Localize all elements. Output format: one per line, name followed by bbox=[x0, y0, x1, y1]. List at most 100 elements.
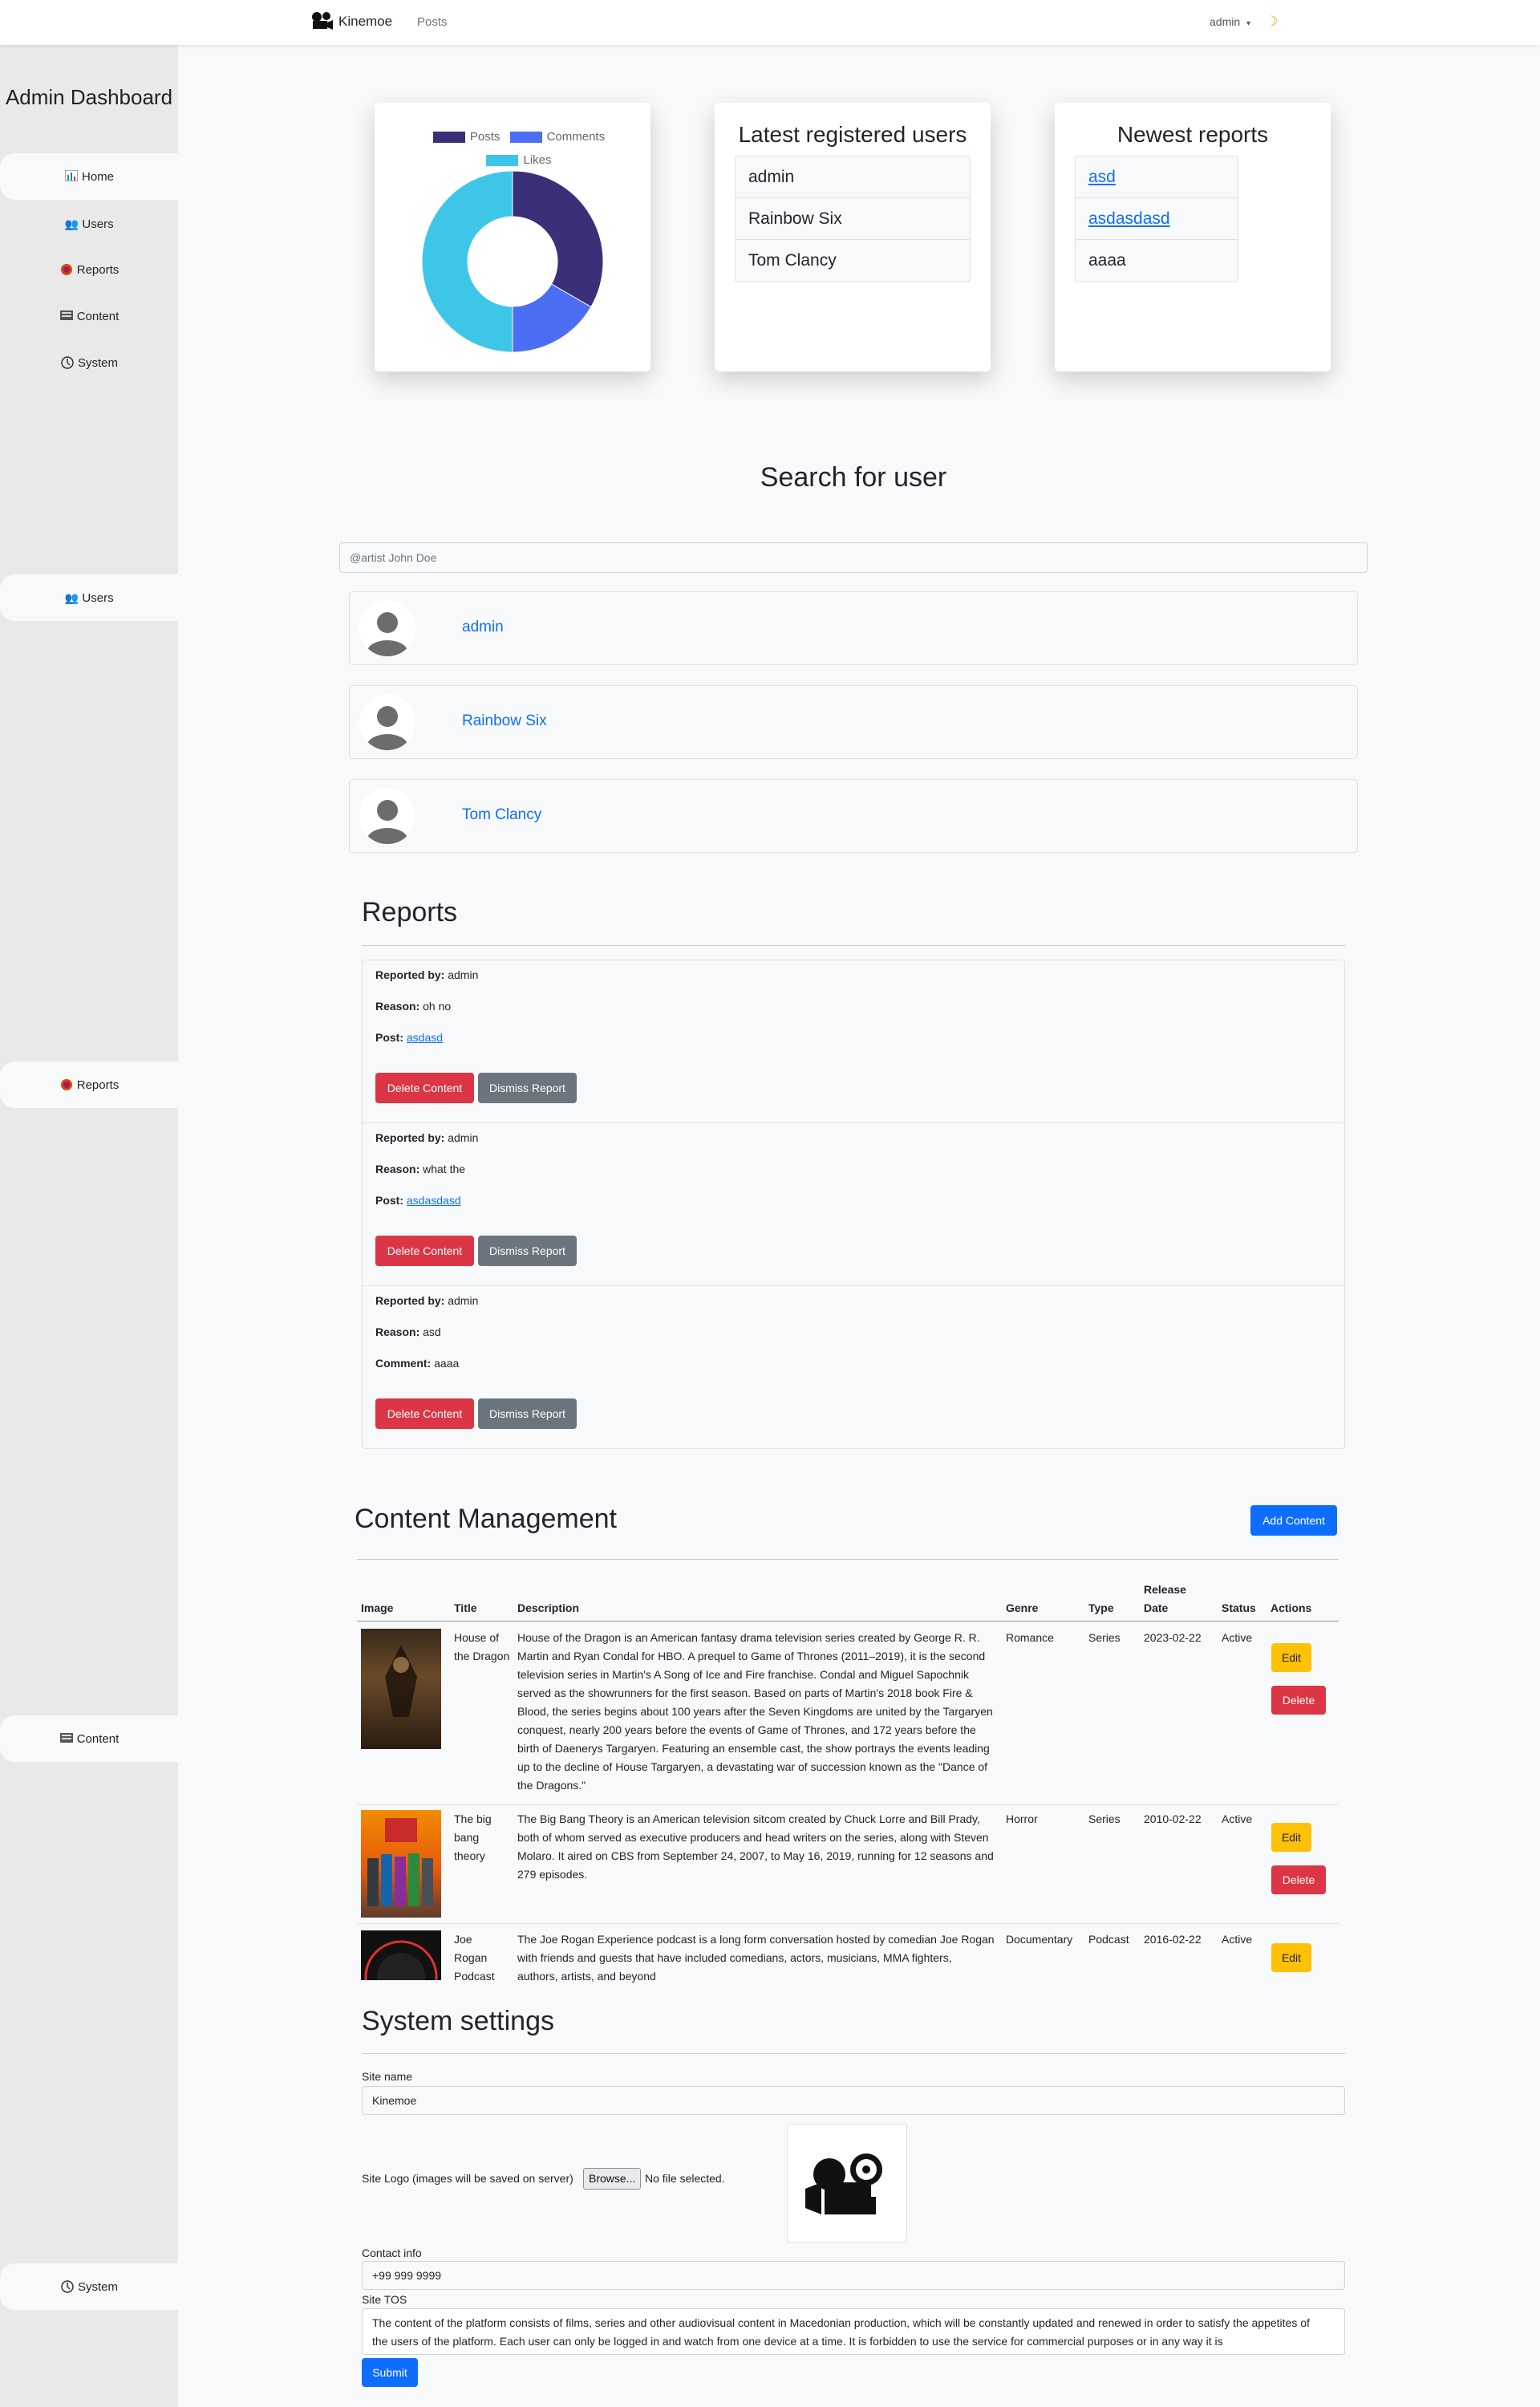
column-header: Status bbox=[1222, 1601, 1256, 1614]
content-title-cell: House of the Dragon bbox=[454, 1631, 510, 1662]
user-result-card[interactable]: admin bbox=[349, 591, 1358, 665]
newest-reports-title: Newest reports bbox=[1116, 122, 1269, 147]
column-header: Actions bbox=[1270, 1601, 1312, 1614]
top-navbar: Kinemoe Posts admin ▾ ☽ bbox=[0, 0, 1540, 45]
delete-content-button[interactable]: Delete Content bbox=[375, 1398, 474, 1429]
content-type-cell: Series bbox=[1088, 1812, 1121, 1825]
sidebar-anchor-content[interactable]: Content bbox=[0, 1715, 178, 1762]
no-file-text: No file selected. bbox=[645, 2172, 725, 2185]
user-menu-dropdown[interactable]: admin ▾ bbox=[1210, 15, 1250, 28]
content-genre-cell: Documentary bbox=[1006, 1933, 1073, 1946]
avatar bbox=[359, 788, 415, 844]
field-label: Reported by: bbox=[375, 1131, 445, 1144]
dismiss-report-button[interactable]: Dismiss Report bbox=[478, 1398, 577, 1429]
divider bbox=[357, 1559, 1339, 1560]
submit-button[interactable]: Submit bbox=[362, 2358, 418, 2387]
content-type-cell: Podcast bbox=[1088, 1933, 1129, 1946]
content-genre-cell: Romance bbox=[1006, 1631, 1054, 1644]
newest-report-item: asdasdasd bbox=[1076, 198, 1238, 240]
search-title: Search for user bbox=[760, 462, 947, 493]
field-label: Post: bbox=[375, 1194, 403, 1207]
user-result-card[interactable]: Rainbow Six bbox=[349, 685, 1358, 759]
sidebar-anchor-reports[interactable]: Reports bbox=[0, 1061, 178, 1108]
delete-content-button[interactable]: Delete Content bbox=[375, 1236, 474, 1266]
brand-link[interactable]: Kinemoe bbox=[310, 11, 392, 32]
sidebar-anchor-users[interactable]: 👥 Users bbox=[0, 574, 178, 621]
dismiss-report-button[interactable]: Dismiss Report bbox=[478, 1236, 577, 1266]
logo-preview bbox=[787, 2124, 907, 2243]
dragon-poster-art bbox=[385, 1645, 417, 1717]
report-target-link[interactable]: asdasd bbox=[407, 1031, 443, 1044]
user-result-name[interactable]: Tom Clancy bbox=[462, 806, 541, 824]
users-icon: 👥 bbox=[64, 591, 79, 604]
content-poster-image bbox=[361, 1629, 441, 1749]
system-icon bbox=[60, 2280, 75, 2293]
column-header: Type bbox=[1088, 1601, 1114, 1614]
sidebar-item-users[interactable]: 👥 Users bbox=[0, 201, 178, 247]
delete-button[interactable]: Delete bbox=[1271, 1686, 1326, 1715]
users-icon: 👥 bbox=[64, 217, 79, 230]
newest-report-item: aaaa bbox=[1088, 251, 1126, 270]
field-label: Reason: bbox=[375, 1000, 420, 1013]
newest-reports-list: asd asdasdasd aaaa bbox=[1075, 156, 1238, 282]
report-reported-by: Reported by: admin bbox=[375, 1294, 478, 1307]
content-title-cell: The big bang theory bbox=[454, 1812, 492, 1862]
sidebar-item-label: Users bbox=[82, 217, 114, 231]
dismiss-report-button[interactable]: Dismiss Report bbox=[478, 1073, 577, 1103]
delete-button[interactable]: Delete bbox=[1271, 1865, 1326, 1894]
report-link[interactable]: asdasdasd bbox=[1088, 209, 1170, 229]
browse-button[interactable]: Browse... bbox=[583, 2168, 642, 2190]
edit-button[interactable]: Edit bbox=[1271, 1823, 1311, 1852]
column-header: Release Date bbox=[1144, 1583, 1186, 1614]
newest-report-item: asd bbox=[1076, 156, 1238, 198]
report-reason: Reason: what the bbox=[375, 1163, 465, 1175]
row-divider bbox=[357, 1804, 1339, 1805]
content-title-cell: Joe Rogan Podcast bbox=[454, 1933, 495, 1983]
report-icon bbox=[59, 263, 74, 276]
field-value: admin bbox=[448, 1294, 479, 1307]
divider bbox=[362, 945, 1345, 946]
delete-content-button[interactable]: Delete Content bbox=[375, 1073, 474, 1103]
user-result-name[interactable]: admin bbox=[462, 619, 504, 636]
latest-user-item: admin bbox=[736, 156, 970, 198]
sidebar-item-system[interactable]: System bbox=[0, 339, 178, 386]
stats-chart-card: Posts Comments Likes bbox=[375, 103, 650, 371]
sidebar-item-label: Home bbox=[81, 169, 114, 184]
sidebar-title: Admin Dashboard bbox=[5, 85, 173, 109]
content-title: Content Management bbox=[355, 1504, 617, 1534]
user-result-name[interactable]: Rainbow Six bbox=[462, 712, 547, 730]
user-menu-label: admin bbox=[1210, 15, 1241, 28]
report-link[interactable]: asd bbox=[1088, 168, 1116, 187]
sidebar-item-content[interactable]: Content bbox=[0, 293, 178, 339]
report-item: Reported by: admin Reason: asd Comment: … bbox=[363, 1286, 1344, 1449]
doughnut-chart bbox=[421, 170, 604, 353]
report-target-link[interactable]: asdasdasd bbox=[407, 1194, 461, 1207]
add-content-button[interactable]: Add Content bbox=[1250, 1505, 1337, 1536]
content-description-cell: The Joe Rogan Experience podcast is a lo… bbox=[517, 1933, 995, 1983]
chart-slice-posts[interactable] bbox=[512, 170, 604, 308]
content-status-cell: Active bbox=[1222, 1631, 1253, 1644]
avatar bbox=[359, 600, 415, 656]
avatar bbox=[359, 694, 415, 750]
field-label: Reported by: bbox=[375, 1294, 445, 1307]
edit-button[interactable]: Edit bbox=[1271, 1643, 1311, 1672]
content-release-cell: 2016-02-22 bbox=[1144, 1933, 1202, 1946]
brand-name: Kinemoe bbox=[338, 14, 393, 29]
moon-icon[interactable]: ☽ bbox=[1266, 14, 1278, 30]
content-poster-image bbox=[361, 1930, 441, 1980]
sidebar-item-home[interactable]: Home bbox=[0, 153, 178, 200]
chart-slice-likes[interactable] bbox=[421, 170, 513, 353]
sidebar-item-reports[interactable]: Reports bbox=[0, 246, 178, 293]
tos-textarea[interactable]: The content of the platform consists of … bbox=[362, 2308, 1345, 2355]
user-result-card[interactable]: Tom Clancy bbox=[349, 779, 1358, 853]
content-status-cell: Active bbox=[1222, 1933, 1253, 1946]
user-search-input[interactable] bbox=[339, 542, 1368, 573]
report-item: Reported by: admin Reason: what the Post… bbox=[363, 1123, 1344, 1286]
site-name-field[interactable]: Kinemoe bbox=[362, 2086, 1345, 2115]
edit-button[interactable]: Edit bbox=[1271, 1943, 1311, 1972]
projector-logo-icon bbox=[312, 12, 333, 30]
nav-posts-link[interactable]: Posts bbox=[417, 15, 448, 29]
contact-field[interactable]: +99 999 9999 bbox=[362, 2261, 1345, 2290]
sidebar-anchor-system[interactable]: System bbox=[0, 2263, 178, 2310]
report-target: Comment: aaaa bbox=[375, 1357, 459, 1370]
